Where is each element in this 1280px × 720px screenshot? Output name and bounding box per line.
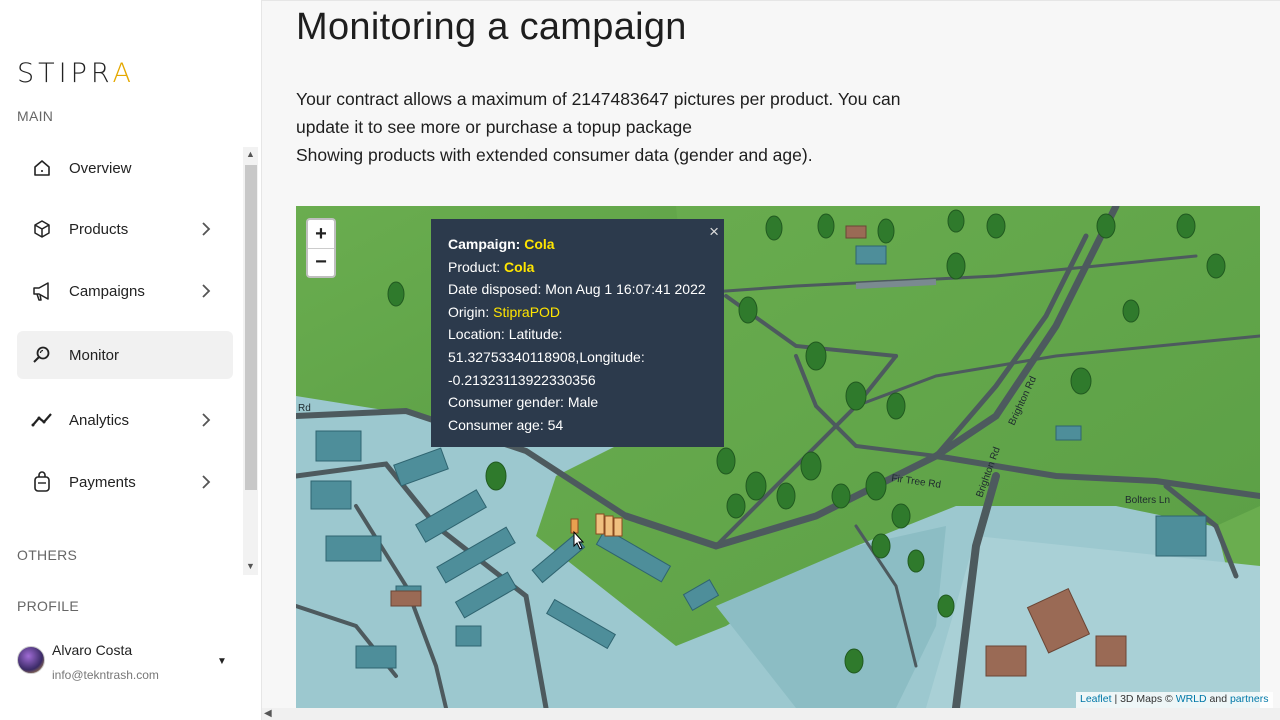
section-profile-label: PROFILE xyxy=(17,598,80,614)
map-label-bolters: Bolters Ln xyxy=(1125,495,1170,506)
profile-card[interactable]: Alvaro Costa info@tekntrash.com ▼ xyxy=(17,640,247,690)
stipra-logo[interactable]: STIPRA xyxy=(17,58,135,89)
popup-date: Date disposed: Mon Aug 1 16:07:41 2022 xyxy=(448,281,706,298)
map-railway xyxy=(855,279,937,289)
bag-icon xyxy=(31,471,53,493)
sidebar-item-monitor[interactable]: Monitor xyxy=(17,331,233,379)
popup-campaign-row: Campaign: Cola xyxy=(448,236,555,252)
page-description: Your contract allows a maximum of 214748… xyxy=(296,85,956,169)
popup-origin-value: StipraPOD xyxy=(493,303,561,320)
popup-location: 51.32753340118908,Longitude: xyxy=(448,348,645,365)
sidebar-item-label: Analytics xyxy=(69,411,130,429)
sidebar-item-label: Payments xyxy=(69,473,136,491)
zoom-in-button[interactable]: + xyxy=(308,220,334,248)
chevron-right-icon xyxy=(202,222,211,236)
popup-campaign-value: Cola xyxy=(524,236,555,252)
popup-age: Consumer age: 54 xyxy=(448,416,564,433)
top-divider xyxy=(262,0,1280,1)
sidebar-item-overview[interactable]: Overview xyxy=(17,144,233,192)
leaflet-link[interactable]: Leaflet xyxy=(1080,693,1112,705)
avatar xyxy=(17,646,45,674)
wrld-link[interactable]: WRLD xyxy=(1176,693,1207,705)
sidebar-scrollbar[interactable]: ▲ ▼ xyxy=(243,147,258,575)
scroll-up-arrow-icon[interactable]: ▲ xyxy=(243,147,258,161)
sidebar-item-label: Overview xyxy=(69,159,132,177)
map-attribution: Leaflet | 3D Maps © WRLD and partners xyxy=(1076,692,1273,708)
sidebar: STIPRA MAIN Overview Products Campaigns xyxy=(0,0,262,720)
popup-product-row: Product: Cola xyxy=(448,258,535,275)
popup-location: -0.21323113922330356 xyxy=(448,371,596,388)
description-line: update it to see more or purchase a topu… xyxy=(296,117,692,137)
close-icon[interactable]: × xyxy=(709,221,719,244)
popup-product-value: Cola xyxy=(504,258,535,275)
chevron-right-icon xyxy=(202,413,211,427)
scroll-left-arrow-icon[interactable]: ◀ xyxy=(264,708,272,719)
attribution-text: | 3D Maps © xyxy=(1111,693,1176,705)
map-label-road: Rd xyxy=(298,403,311,414)
megaphone-icon xyxy=(31,280,53,302)
section-others-label: OTHERS xyxy=(17,547,78,563)
sidebar-nav: Overview Products Campaigns Monitor Anal… xyxy=(17,138,241,578)
scroll-down-arrow-icon[interactable]: ▼ xyxy=(243,559,258,573)
sidebar-item-payments[interactable]: Payments xyxy=(17,458,233,506)
popup-gender: Consumer gender: Male xyxy=(448,394,599,411)
home-icon xyxy=(31,157,53,179)
attribution-text: and xyxy=(1206,693,1230,705)
search-icon xyxy=(31,344,53,366)
profile-email: info@tekntrash.com xyxy=(52,668,159,682)
scrollbar-thumb[interactable] xyxy=(245,165,257,490)
description-line: Showing products with extended consumer … xyxy=(296,145,813,165)
partners-link[interactable]: partners xyxy=(1230,693,1269,705)
marker-popup: × Campaign: Cola Product: Cola Date disp… xyxy=(431,219,724,447)
popup-location: Location: Latitude: xyxy=(448,326,563,343)
product-marker[interactable] xyxy=(613,517,623,537)
sidebar-item-products[interactable]: Products xyxy=(17,205,233,253)
zoom-out-button[interactable]: − xyxy=(308,248,334,276)
sidebar-item-label: Products xyxy=(69,220,129,238)
section-main-label: MAIN xyxy=(17,108,54,124)
box-icon xyxy=(31,218,53,240)
chevron-right-icon xyxy=(202,475,211,489)
chevron-right-icon xyxy=(202,284,211,298)
product-marker[interactable] xyxy=(595,513,605,535)
sidebar-item-analytics[interactable]: Analytics xyxy=(17,396,233,444)
popup-origin-row: Origin: StipraPOD xyxy=(448,303,561,320)
page-title: Monitoring a campaign xyxy=(296,6,687,48)
description-line: Your contract allows a maximum of 214748… xyxy=(296,89,901,109)
product-marker[interactable] xyxy=(604,515,614,537)
sidebar-item-label: Monitor xyxy=(69,346,120,364)
profile-name: Alvaro Costa xyxy=(52,642,133,658)
sidebar-item-label: Campaigns xyxy=(69,282,145,300)
trend-icon xyxy=(31,409,53,431)
caret-down-icon[interactable]: ▼ xyxy=(217,656,227,667)
horizontal-scrollbar[interactable]: ◀ xyxy=(262,708,1280,720)
sidebar-item-campaigns[interactable]: Campaigns xyxy=(17,267,233,315)
product-marker[interactable] xyxy=(570,518,579,534)
map-zoom-control: + − xyxy=(306,218,336,278)
